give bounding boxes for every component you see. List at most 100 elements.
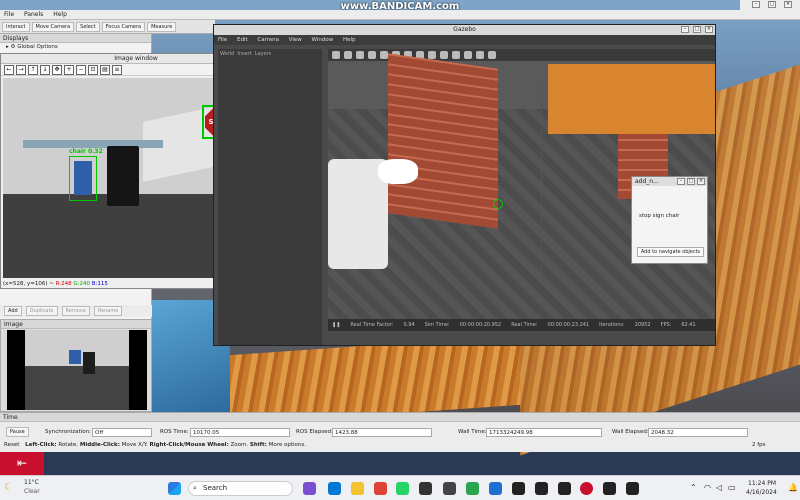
select-mode-icon[interactable] [332,51,340,59]
linux-app-icon[interactable] [512,482,525,495]
translate-icon[interactable] [344,51,352,59]
tool-move-camera[interactable]: Move Camera [31,22,75,32]
zoom-in-icon[interactable]: + [64,65,74,75]
robot-marker [493,199,503,209]
vscode-icon[interactable] [489,482,502,495]
reset-button[interactable]: Reset [4,442,19,448]
menu-panels[interactable]: Panels [20,10,47,19]
tray-chevron-icon[interactable]: ⌃ [690,483,697,492]
taskbar-search[interactable]: ⌕ Search [188,481,293,496]
minimize-icon[interactable]: – [677,178,685,185]
ros-time-field: 10170.05 [190,428,290,437]
gz-menu-window[interactable]: Window [312,37,334,43]
battery-icon[interactable]: ▭ [728,483,736,492]
exit-arrow-icon[interactable]: ⇤ [0,452,44,475]
light-icon[interactable] [440,51,448,59]
chrome-icon[interactable] [374,482,387,495]
copy-icon[interactable] [452,51,460,59]
tree-item-label: Global Options [17,44,58,50]
tool-focus-camera[interactable]: Focus Camera [101,22,146,32]
clock-time[interactable]: 11:24 PM [748,480,776,487]
maximize-icon[interactable]: □ [768,1,776,8]
hint-text: Move X/Y. [119,442,150,448]
gz-menu-edit[interactable]: Edit [237,37,248,43]
camera-icon[interactable] [488,51,496,59]
arrow-up-icon[interactable]: ↑ [28,65,38,75]
cylinder-icon[interactable] [428,51,436,59]
tab-layers[interactable]: Layers [255,51,272,57]
volume-icon[interactable]: ◁ [716,483,722,492]
ros-elapsed-label: ROS Elapsed: [296,429,333,435]
sync-label: Synchronization: [45,429,91,435]
arrow-left-icon[interactable]: ← [4,65,14,75]
add-display-button[interactable]: Add [4,306,22,316]
linux-app-icon[interactable] [626,482,639,495]
arrow-right-icon[interactable]: → [16,65,26,75]
rename-display-button[interactable]: Rename [93,306,123,316]
whatsapp-icon[interactable] [396,482,409,495]
gazebo-status-bar: ❚❚ Real Time Factor: 0.94 Sim Time: 00:0… [328,319,715,331]
pan-icon[interactable]: ✥ [52,65,62,75]
gz-menu-file[interactable]: File [218,37,227,43]
edge-icon[interactable] [328,482,341,495]
notification-bell-icon[interactable]: 🔔 [788,483,798,492]
menu-file[interactable]: File [0,10,18,19]
wall-elapsed-label: Wall Elapsed: [612,429,649,435]
zoom-fit-icon[interactable]: ⊡ [88,65,98,75]
search-placeholder: Search [203,484,228,492]
gz-menu-camera[interactable]: Camera [257,37,279,43]
gz-menu-view[interactable]: View [289,37,302,43]
tool-measure[interactable]: Measure [147,22,177,32]
minimize-icon[interactable]: – [681,26,689,33]
add-to-navigate-button[interactable]: Add to navigate objects [637,247,704,257]
hint-text: Rotate. [56,442,80,448]
duplicate-display-button[interactable]: Duplicate [25,306,58,316]
gz-menu-help[interactable]: Help [343,37,356,43]
properties-icon[interactable]: ≡ [112,65,122,75]
sync-select[interactable]: Off [92,428,152,437]
rotate-icon[interactable] [356,51,364,59]
maximize-icon[interactable]: □ [693,26,701,33]
tab-world[interactable]: World [220,51,234,57]
explorer-icon[interactable] [351,482,364,495]
wifi-icon[interactable]: ◠ [704,483,711,492]
sim-time-value: 00:00:00:20.952 [459,322,502,328]
tool-select[interactable]: Select [76,22,100,32]
tree-item-global-options[interactable]: ▸ ⚙ Global Options [0,43,151,51]
snap-icon[interactable] [476,51,484,59]
status-g: G:240 [73,281,91,287]
paste-icon[interactable] [464,51,472,59]
iterations-label: Iterations: [599,322,625,328]
close-icon[interactable]: × [705,26,713,33]
undo-icon[interactable] [380,51,388,59]
clock-date[interactable]: 4/16/2024 [746,489,777,496]
tool-interact[interactable]: Interact [2,22,30,32]
bandicam-icon[interactable] [580,482,593,495]
real-time-label: Real Time: [511,322,538,328]
linux-app-icon[interactable] [603,482,616,495]
app-icon[interactable] [443,482,456,495]
remove-display-button[interactable]: Remove [61,306,90,316]
linux-app-icon[interactable] [535,482,548,495]
hint-right-click: Right-Click/Mouse Wheel: [149,442,229,448]
expand-arrow-icon[interactable]: ▸ [6,44,9,50]
task-view-icon[interactable] [303,482,316,495]
tab-insert[interactable]: Insert [237,51,251,57]
play-pause-icon[interactable]: ❚❚ [332,319,340,331]
save-icon[interactable]: ▤ [100,65,110,75]
pause-button[interactable]: Pause [6,427,29,437]
menu-help[interactable]: Help [49,10,71,19]
close-icon[interactable]: × [784,1,792,8]
arrow-down-icon[interactable]: ↓ [40,65,50,75]
gazebo-app-icon[interactable] [466,482,479,495]
linux-app-icon[interactable] [558,482,571,495]
zoom-out-icon[interactable]: − [76,65,86,75]
brick-wall [388,53,498,229]
scale-icon[interactable] [368,51,376,59]
close-icon[interactable]: × [697,178,705,185]
minimize-icon[interactable]: – [752,1,760,8]
maximize-icon[interactable]: □ [687,178,695,185]
fps-value: 62.41 [681,322,696,328]
windows-start-icon[interactable] [168,482,181,495]
terminal-icon[interactable] [419,482,432,495]
